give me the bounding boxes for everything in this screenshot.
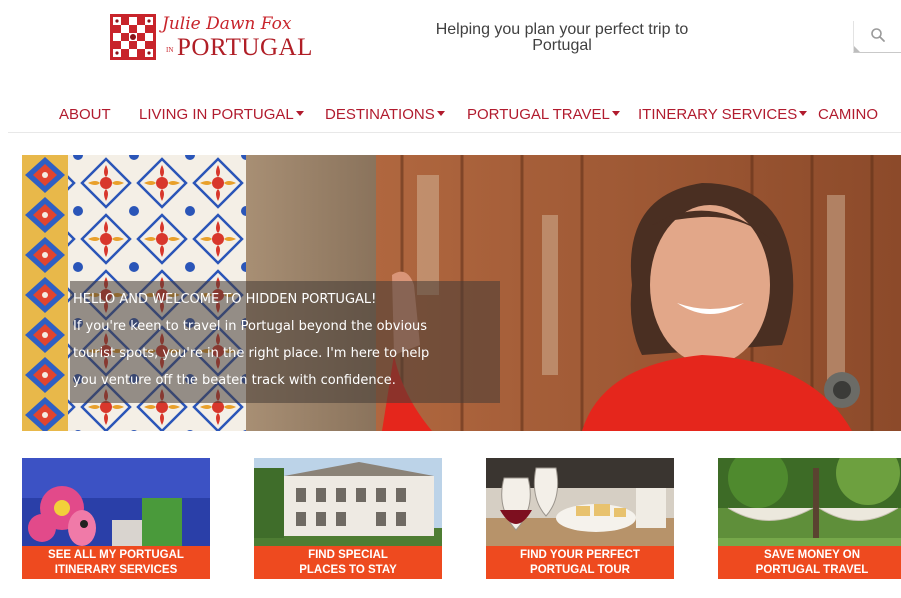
logo-country-text: PORTUGAL <box>177 34 313 61</box>
hero-body-line-3: you venture off the beaten track with co… <box>73 373 396 388</box>
nav-divider <box>8 132 901 133</box>
logo-small-text: IN <box>166 46 174 54</box>
tile-label-line-2: PLACES TO STAY <box>299 564 397 576</box>
dropdown-caret-icon <box>611 111 620 116</box>
tile-label-line-2: PORTUGAL TRAVEL <box>755 564 869 576</box>
nav-item-portugal-travel[interactable]: PORTUGAL TRAVEL <box>467 106 620 123</box>
hero-banner: HELLO AND WELCOME TO HIDDEN PORTUGAL! If… <box>22 155 901 431</box>
search-toggle[interactable] <box>853 21 901 53</box>
site-tagline: Helping you plan your perfect trip to Po… <box>412 22 712 54</box>
nav-item-itinerary-services[interactable]: ITINERARY SERVICES <box>638 106 808 123</box>
tile-portugal-tour[interactable]: FIND YOUR PERFECT PORTUGAL TOUR <box>486 458 674 579</box>
tile-label-line-1: SAVE MONEY ON <box>763 549 861 561</box>
nav-item-destinations[interactable]: DESTINATIONS <box>325 106 445 123</box>
nav-item-camino[interactable]: CAMINO <box>818 106 878 123</box>
tile-label: FIND SPECIAL PLACES TO STAY <box>254 548 442 578</box>
hero-body-line-2: tourist spots, you're in the right place… <box>73 346 430 361</box>
nav-item-living-in-portugal[interactable]: LIVING IN PORTUGAL <box>139 106 304 123</box>
azulejo-tile-logo-icon <box>110 14 156 60</box>
hero-caption: HELLO AND WELCOME TO HIDDEN PORTUGAL! If… <box>70 281 500 403</box>
tile-label-line-1: FIND SPECIAL <box>308 549 388 561</box>
dropdown-caret-icon <box>295 111 304 116</box>
tile-label-line-2: ITINERARY SERVICES <box>54 564 178 576</box>
nav-item-label: ITINERARY SERVICES <box>638 106 798 123</box>
nav-item-label: DESTINATIONS <box>325 106 435 123</box>
site-logo[interactable]: Julie Dawn Fox IN PORTUGAL <box>110 14 313 64</box>
nav-item-label: CAMINO <box>818 106 878 123</box>
logo-script-text: Julie Dawn Fox <box>162 14 292 34</box>
dropdown-caret-icon <box>436 111 445 116</box>
tile-label-line-1: SEE ALL MY PORTUGAL <box>48 549 184 561</box>
tile-label: SEE ALL MY PORTUGAL ITINERARY SERVICES <box>22 548 210 578</box>
hero-title: HELLO AND WELCOME TO HIDDEN PORTUGAL! <box>73 292 377 307</box>
tagline-line-1: Helping you plan your perfect trip to <box>435 21 689 38</box>
tile-label-line-1: FIND YOUR PERFECT <box>520 549 640 561</box>
hero-body-line-1: If you're keen to travel in Portugal bey… <box>73 319 428 334</box>
tile-places-to-stay[interactable]: FIND SPECIAL PLACES TO STAY <box>254 458 442 579</box>
tile-label: FIND YOUR PERFECT PORTUGAL TOUR <box>486 548 674 578</box>
nav-item-label: PORTUGAL TRAVEL <box>467 106 610 123</box>
search-icon[interactable] <box>870 27 886 43</box>
tile-itinerary-services[interactable]: SEE ALL MY PORTUGAL ITINERARY SERVICES <box>22 458 210 579</box>
search-corner-decoration <box>854 46 860 52</box>
tile-label: SAVE MONEY ON PORTUGAL TRAVEL <box>718 548 901 578</box>
nav-item-about[interactable]: ABOUT <box>59 106 111 123</box>
nav-item-label: ABOUT <box>59 106 111 123</box>
tile-save-money[interactable]: SAVE MONEY ON PORTUGAL TRAVEL <box>718 458 901 579</box>
tile-label-line-2: PORTUGAL TOUR <box>530 564 630 576</box>
dropdown-caret-icon <box>799 111 808 116</box>
tagline-line-2: Portugal <box>532 37 592 54</box>
nav-item-label: LIVING IN PORTUGAL <box>139 106 294 123</box>
main-navigation: ABOUT LIVING IN PORTUGAL DESTINATIONS PO… <box>0 100 901 132</box>
